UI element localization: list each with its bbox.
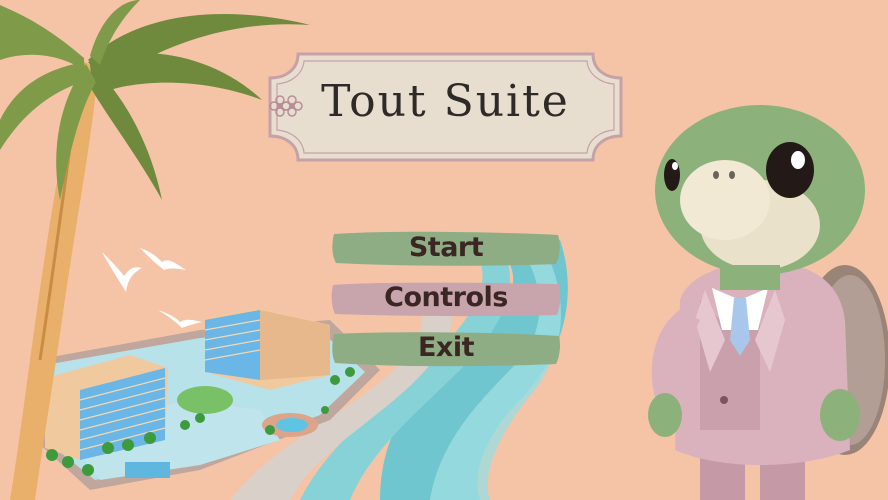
exit-button[interactable]: Exit — [330, 330, 562, 368]
start-button[interactable]: Start — [330, 230, 562, 268]
exit-button-label: Exit — [417, 332, 475, 363]
start-button-label: Start — [408, 232, 484, 263]
game-title: Tout Suite — [321, 76, 570, 127]
seagull-flock — [102, 248, 202, 328]
controls-button[interactable]: Controls — [330, 280, 562, 318]
turtle-concierge — [648, 105, 888, 500]
title-plaque: Tout Suite — [268, 52, 623, 162]
main-menu: Start Controls Exit — [330, 230, 562, 380]
controls-button-label: Controls — [384, 282, 508, 313]
